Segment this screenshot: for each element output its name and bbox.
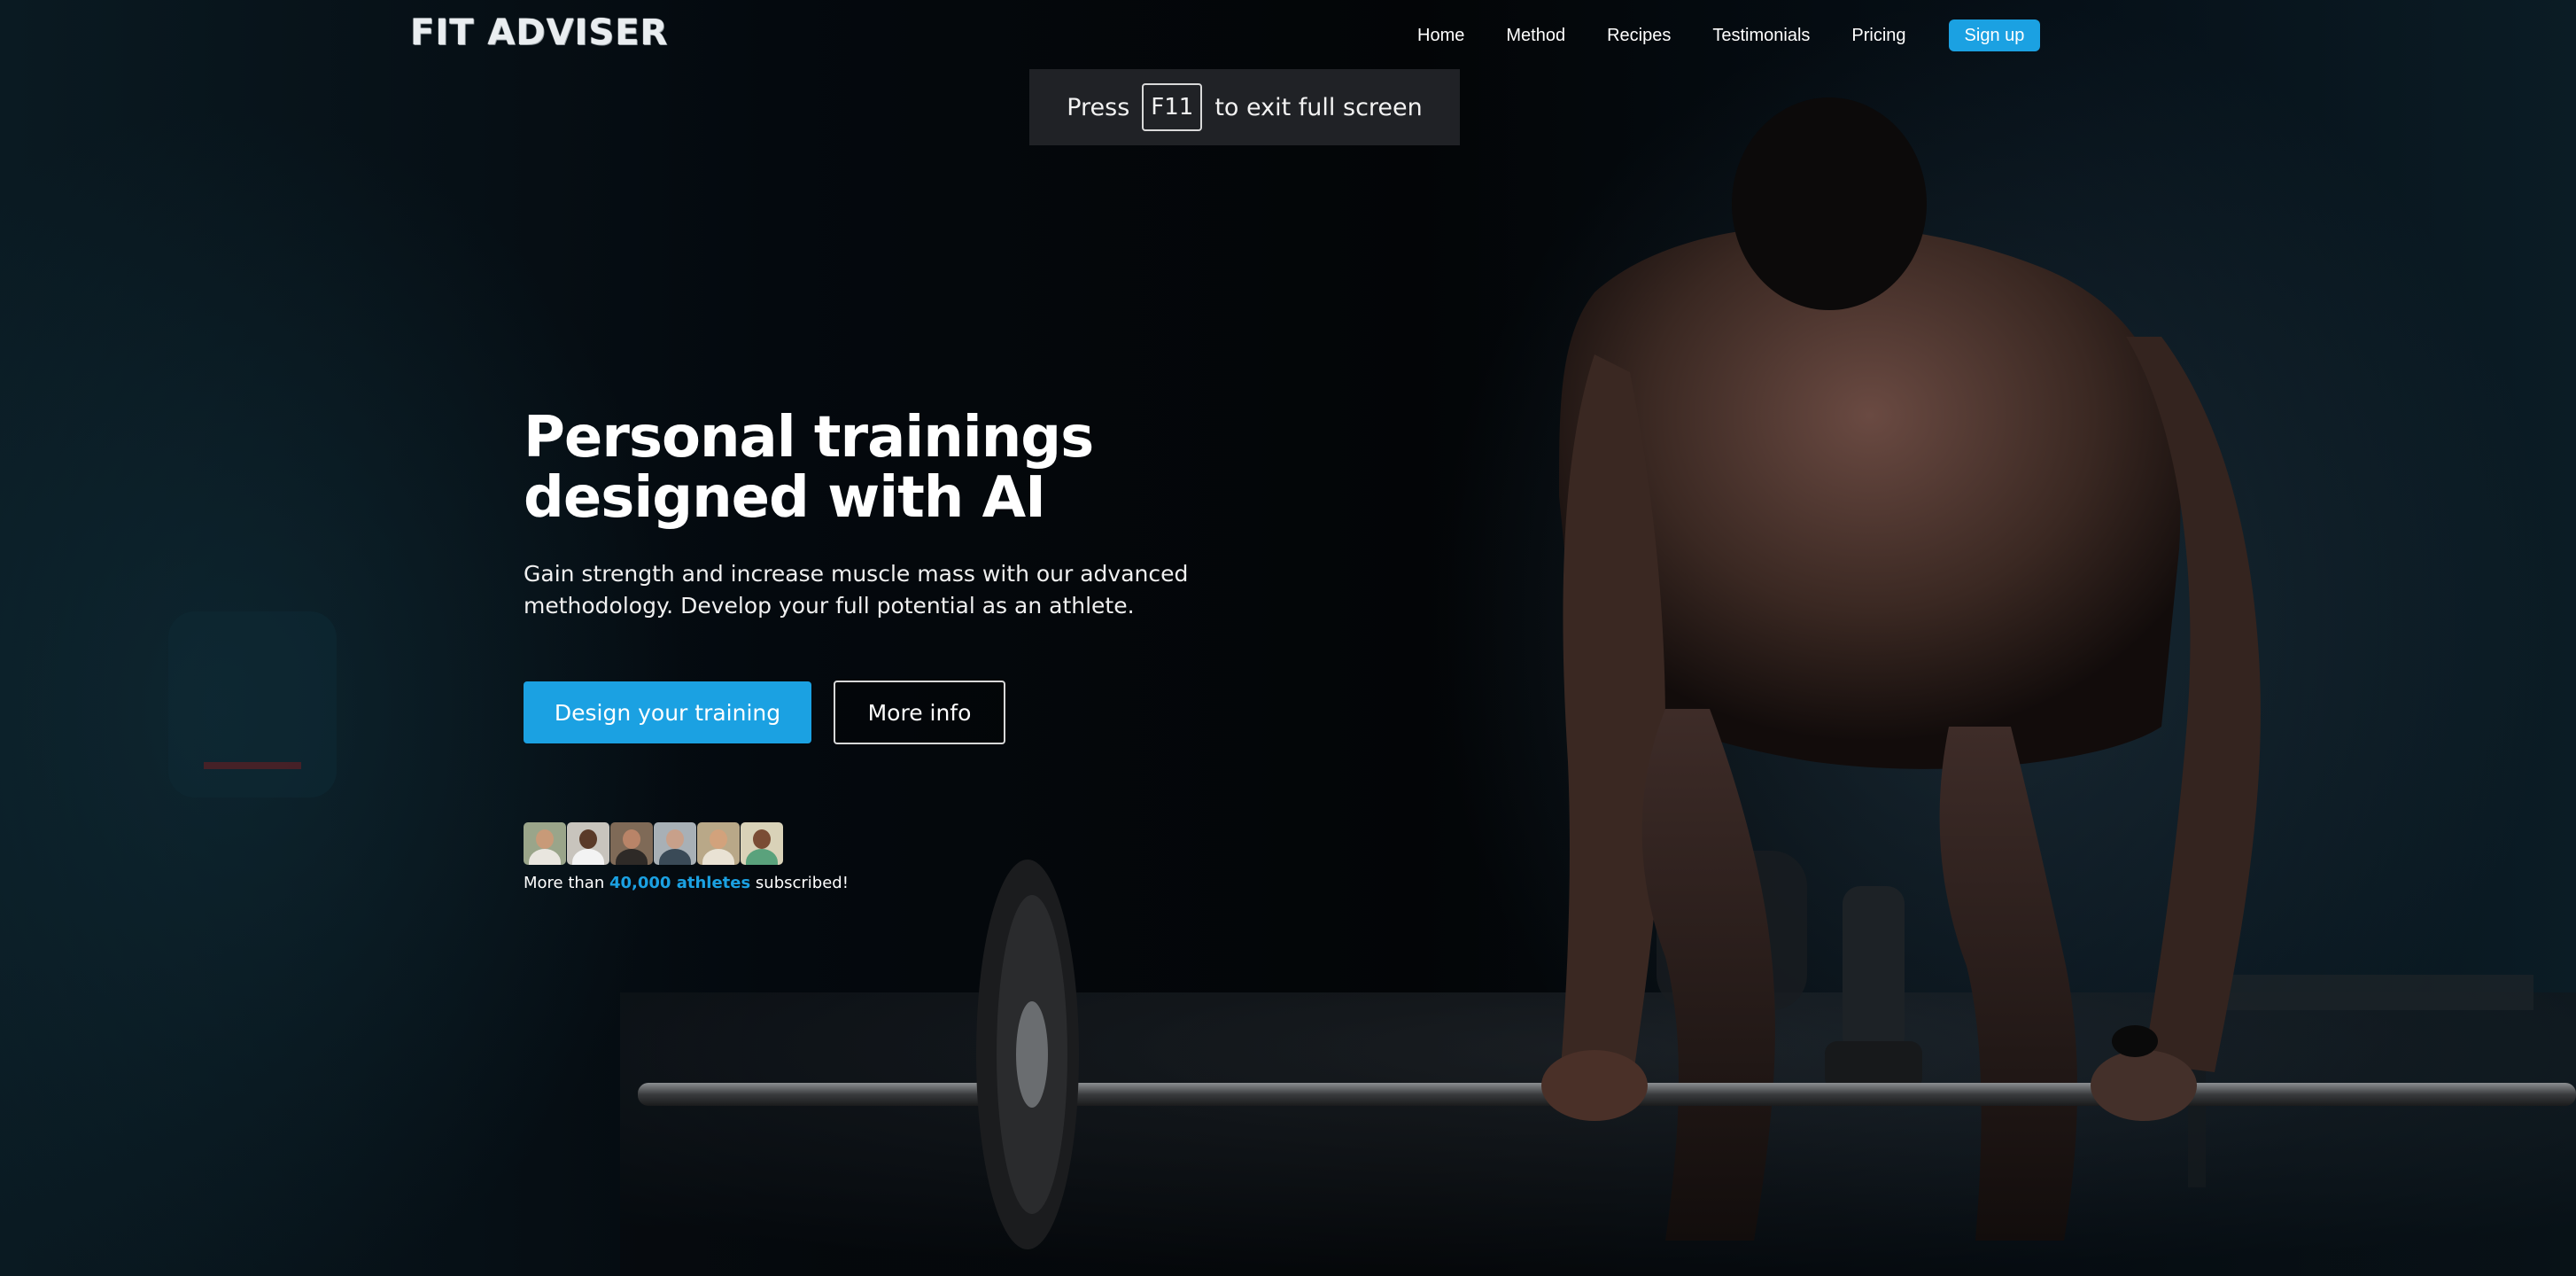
nav-links: Home Method Recipes Testimonials Pricing… (1417, 19, 2041, 51)
athlete-avatar (524, 822, 566, 865)
toast-text-after: to exit full screen (1214, 93, 1423, 121)
nav-link-recipes[interactable]: Recipes (1607, 19, 1671, 51)
toast-text-before: Press (1067, 93, 1130, 121)
subscriber-suffix: subscribed! (750, 874, 849, 892)
hero-cta-group: Design your training More info (524, 681, 1321, 744)
nav-link-pricing[interactable]: Pricing (1851, 19, 1905, 51)
hero-headline-line2: designed with AI (524, 465, 1046, 531)
hero-subtext-line2: methodology. Develop your full potential… (524, 593, 1135, 619)
hero-section: Personal trainings designed with AI Gain… (524, 408, 1321, 892)
brand-logo[interactable]: FIT ADVISER (410, 12, 668, 53)
landing-page: FIT ADVISER Home Method Recipes Testimon… (0, 0, 2576, 1276)
signup-button[interactable]: Sign up (1948, 19, 2041, 51)
hero-headline-line1: Personal trainings (524, 405, 1094, 471)
athlete-avatar (654, 822, 696, 865)
subscriber-prefix: More than (524, 874, 609, 892)
hero-subtext-line1: Gain strength and increase muscle mass w… (524, 561, 1189, 587)
design-training-button[interactable]: Design your training (524, 681, 811, 743)
athlete-avatar (697, 822, 740, 865)
athlete-avatar (741, 822, 783, 865)
toast-key-f11: F11 (1142, 83, 1203, 131)
subscriber-count: More than 40,000 athletes subscribed! (524, 874, 1321, 892)
nav-link-home[interactable]: Home (1417, 19, 1464, 51)
nav-link-method[interactable]: Method (1506, 19, 1565, 51)
more-info-button[interactable]: More info (834, 681, 1005, 744)
hero-subtext: Gain strength and increase muscle mass w… (524, 558, 1214, 622)
athlete-avatars (524, 822, 1321, 865)
athlete-avatar (610, 822, 653, 865)
top-navigation: FIT ADVISER Home Method Recipes Testimon… (0, 0, 2576, 71)
hero-headline: Personal trainings designed with AI (524, 408, 1321, 528)
subscriber-highlight: 40,000 athletes (609, 874, 751, 892)
fullscreen-exit-toast: Press F11 to exit full screen (1029, 69, 1460, 145)
nav-link-testimonials[interactable]: Testimonials (1712, 19, 1810, 51)
athlete-avatar (567, 822, 609, 865)
